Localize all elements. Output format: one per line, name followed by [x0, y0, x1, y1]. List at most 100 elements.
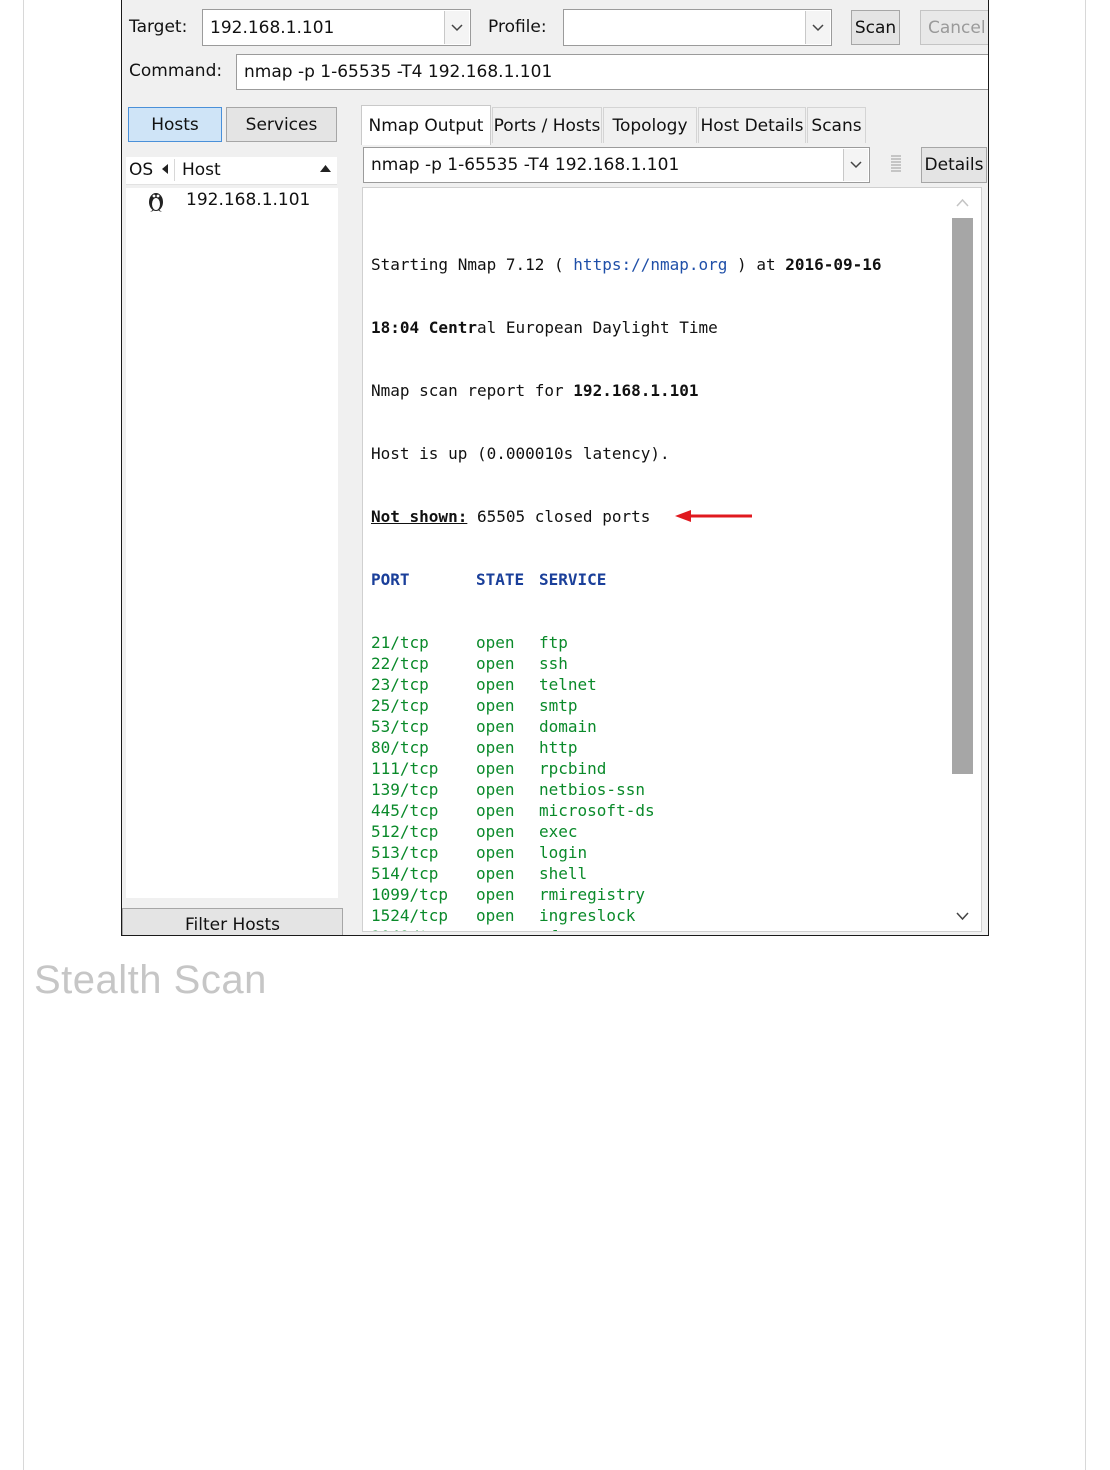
- not-shown-label: Not shown:: [371, 507, 468, 526]
- chevron-down-icon: [850, 161, 862, 169]
- port-row: 111/tcp open rpcbind: [371, 758, 882, 779]
- output-line: 18:04 Central European Daylight Time: [371, 318, 718, 337]
- output-command-value: nmap -p 1-65535 -T4 192.168.1.101: [371, 155, 680, 175]
- scroll-down-arrow-icon[interactable]: [956, 912, 969, 921]
- port-port: 25/tcp: [371, 696, 429, 715]
- scan-button[interactable]: Scan: [851, 10, 900, 45]
- linux-penguin-icon: [149, 193, 163, 212]
- column-host[interactable]: Host: [182, 160, 221, 180]
- port-port: 23/tcp: [371, 675, 429, 694]
- port-state: open: [476, 654, 515, 673]
- tab-nmap-output[interactable]: Nmap Output: [361, 105, 491, 145]
- host-list: 192.168.1.101: [126, 188, 338, 898]
- port-row: 25/tcp open smtp: [371, 695, 882, 716]
- port-service: ftp: [539, 633, 568, 652]
- port-state: open: [476, 717, 515, 736]
- command-value: nmap -p 1-65535 -T4 192.168.1.101: [244, 62, 553, 82]
- port-port: 139/tcp: [371, 780, 439, 799]
- port-state: open: [476, 864, 515, 883]
- target-combobox[interactable]: 192.168.1.101: [202, 9, 471, 46]
- port-service: ssh: [539, 654, 568, 673]
- cancel-button[interactable]: Cancel: [920, 10, 988, 45]
- port-state: open: [476, 926, 539, 931]
- section-heading: Stealth Scan: [34, 958, 267, 1002]
- host-row[interactable]: 192.168.1.101: [126, 188, 338, 214]
- port-port: 2049/tcp: [371, 926, 476, 931]
- port-port: 21/tcp: [371, 633, 429, 652]
- port-port: 514/tcp: [371, 864, 439, 883]
- port-state: open: [476, 801, 515, 820]
- port-row: 21/tcp open ftp: [371, 632, 882, 653]
- nmap-output-panel[interactable]: Starting Nmap 7.12 ( https://nmap.org ) …: [362, 187, 982, 932]
- nmap-link[interactable]: https://nmap.org: [573, 255, 727, 274]
- port-row: 1524/tcp open ingreslock: [371, 905, 882, 926]
- port-row: 514/tcp open shell: [371, 863, 882, 884]
- port-port: 53/tcp: [371, 717, 429, 736]
- port-service: ingreslock: [539, 906, 636, 925]
- details-button[interactable]: Details: [921, 147, 987, 183]
- drag-handle-icon[interactable]: [890, 153, 902, 175]
- tab-host-details[interactable]: Host Details: [698, 107, 806, 143]
- output-line: Not shown: 65505 closed ports: [371, 506, 882, 527]
- target-label: Target:: [129, 17, 188, 37]
- scrollbar-thumb[interactable]: [952, 218, 973, 774]
- port-port: 111/tcp: [371, 759, 439, 778]
- port-service: microsoft-ds: [539, 801, 655, 820]
- nmap-output-text: Starting Nmap 7.12 ( https://nmap.org ) …: [371, 212, 882, 931]
- port-port: 513/tcp: [371, 843, 439, 862]
- port-state: open: [476, 759, 515, 778]
- output-scrollbar[interactable]: [951, 194, 975, 927]
- output-line: Starting Nmap 7.12 ( https://nmap.org ) …: [371, 255, 882, 274]
- port-port: 1524/tcp: [371, 906, 449, 925]
- port-service: rmiregistry: [539, 885, 645, 904]
- chevron-down-icon: [451, 23, 463, 31]
- command-field[interactable]: nmap -p 1-65535 -T4 192.168.1.101: [236, 54, 988, 90]
- target-dropdown-button[interactable]: [444, 11, 469, 44]
- port-port: 445/tcp: [371, 801, 439, 820]
- host-list-header: OS Host: [126, 157, 337, 185]
- chevron-down-icon: [812, 23, 824, 31]
- command-label: Command:: [129, 61, 223, 81]
- target-value: 192.168.1.101: [210, 17, 335, 38]
- triangle-left-icon: [162, 164, 168, 174]
- port-port: 80/tcp: [371, 738, 429, 757]
- port-row: 512/tcp open exec: [371, 821, 882, 842]
- output-command-select[interactable]: nmap -p 1-65535 -T4 192.168.1.101: [363, 147, 870, 183]
- output-dropdown-button[interactable]: [843, 149, 868, 181]
- tab-scans[interactable]: Scans: [807, 107, 866, 143]
- port-service: netbios-ssn: [539, 780, 645, 799]
- filter-hosts-button[interactable]: Filter Hosts: [122, 908, 343, 935]
- port-state: open: [476, 780, 515, 799]
- hosts-toggle-button[interactable]: Hosts: [128, 107, 222, 142]
- port-row: 2049/tcpopennfs: [371, 926, 882, 931]
- port-port: 22/tcp: [371, 654, 429, 673]
- port-state: open: [476, 633, 515, 652]
- port-service: http: [539, 738, 578, 757]
- port-row: 23/tcp open telnet: [371, 674, 882, 695]
- port-service: nfs: [539, 926, 568, 931]
- port-state: open: [476, 843, 515, 862]
- column-divider: [174, 159, 175, 181]
- column-os[interactable]: OS: [129, 160, 153, 180]
- port-service: domain: [539, 717, 597, 736]
- red-arrow-annotation-icon: [675, 510, 752, 522]
- port-state: open: [476, 738, 515, 757]
- port-row: 22/tcp open ssh: [371, 653, 882, 674]
- port-state: open: [476, 675, 515, 694]
- port-row: 53/tcp open domain: [371, 716, 882, 737]
- output-line: Host is up (0.000010s latency).: [371, 444, 670, 463]
- port-row: 445/tcp open microsoft-ds: [371, 800, 882, 821]
- profile-combobox[interactable]: [563, 9, 832, 46]
- scroll-up-arrow-icon[interactable]: [956, 198, 969, 207]
- port-service: login: [539, 843, 588, 862]
- services-toggle-button[interactable]: Services: [226, 107, 337, 142]
- port-service: smtp: [539, 696, 578, 715]
- port-row: 1099/tcp open rmiregistry: [371, 884, 882, 905]
- tab-topology[interactable]: Topology: [603, 107, 697, 143]
- profile-dropdown-button[interactable]: [805, 11, 830, 44]
- port-service: exec: [539, 822, 578, 841]
- port-service: telnet: [539, 675, 597, 694]
- port-state: open: [476, 696, 515, 715]
- tab-ports-hosts[interactable]: Ports / Hosts: [492, 107, 602, 143]
- port-row: 80/tcp open http: [371, 737, 882, 758]
